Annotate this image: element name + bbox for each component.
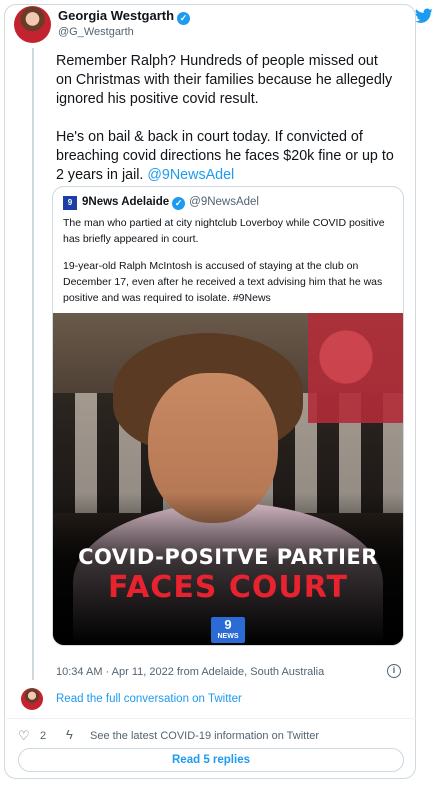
lightning-icon[interactable]: ϟ [66,727,73,742]
tweet-paragraph: Remember Ralph? Hundreds of people misse… [56,53,393,107]
covid-info-link[interactable]: See the latest COVID-19 information on T… [90,730,319,742]
background-cushion [308,313,403,423]
quoted-author-avatar[interactable]: 9 [63,196,77,210]
read-replies-button[interactable]: Read 5 replies [18,748,404,772]
quoted-media-image[interactable]: COVID-POSITVE PARTIER FACES COURT 9 NEWS [53,313,403,645]
quoted-paragraph: The man who partied at city nightclub Lo… [63,217,385,245]
quoted-author-name[interactable]: 9News Adelaide [82,196,169,208]
thread-line [32,48,34,680]
tweet-paragraph: He's on bail & back in court today. If c… [56,128,396,185]
author-handle[interactable]: @G_Westgarth [58,26,134,38]
quoted-tweet[interactable]: 9 9News Adelaide ✓ @9NewsAdel The man who … [52,186,404,646]
twitter-bird-icon[interactable] [415,8,433,24]
mention-link[interactable]: @9NewsAdel [147,167,234,183]
quoted-author-handle[interactable]: @9NewsAdel [189,196,259,208]
tweet-body: Remember Ralph? Hundreds of people misse… [56,52,396,204]
nine-logo-numeral: 9 [224,617,232,632]
author-avatar[interactable] [14,6,51,43]
verified-badge-icon: ✓ [177,12,191,25]
heart-icon[interactable]: ♡ [18,728,30,744]
info-icon[interactable]: i [387,664,401,678]
tweet-timestamp[interactable]: 10:34 AM · Apr 11, 2022 from Adelaide, S… [56,666,324,678]
like-count[interactable]: 2 [40,730,46,742]
nine-news-logo-icon: 9 NEWS [211,617,245,643]
quoted-author[interactable]: 9News Adelaide ✓ @9NewsAdel [82,196,259,210]
quoted-tweet-text: The man who partied at city nightclub Lo… [63,215,399,317]
author-name[interactable]: Georgia Westgarth ✓ [58,8,191,25]
full-conversation-link[interactable]: Read the full conversation on Twitter [56,693,242,705]
author-name-text[interactable]: Georgia Westgarth [58,8,174,23]
author-avatar-small[interactable] [21,688,43,710]
verified-badge-icon: ✓ [172,197,186,210]
media-headline-line2: FACES COURT [108,570,348,605]
nine-logo-word: NEWS [217,633,239,640]
divider [4,718,416,719]
quoted-paragraph: 19-year-old Ralph McIntosh is accused of… [63,260,383,304]
media-headline-line1: COVID-POSITVE PARTIER [78,545,378,569]
